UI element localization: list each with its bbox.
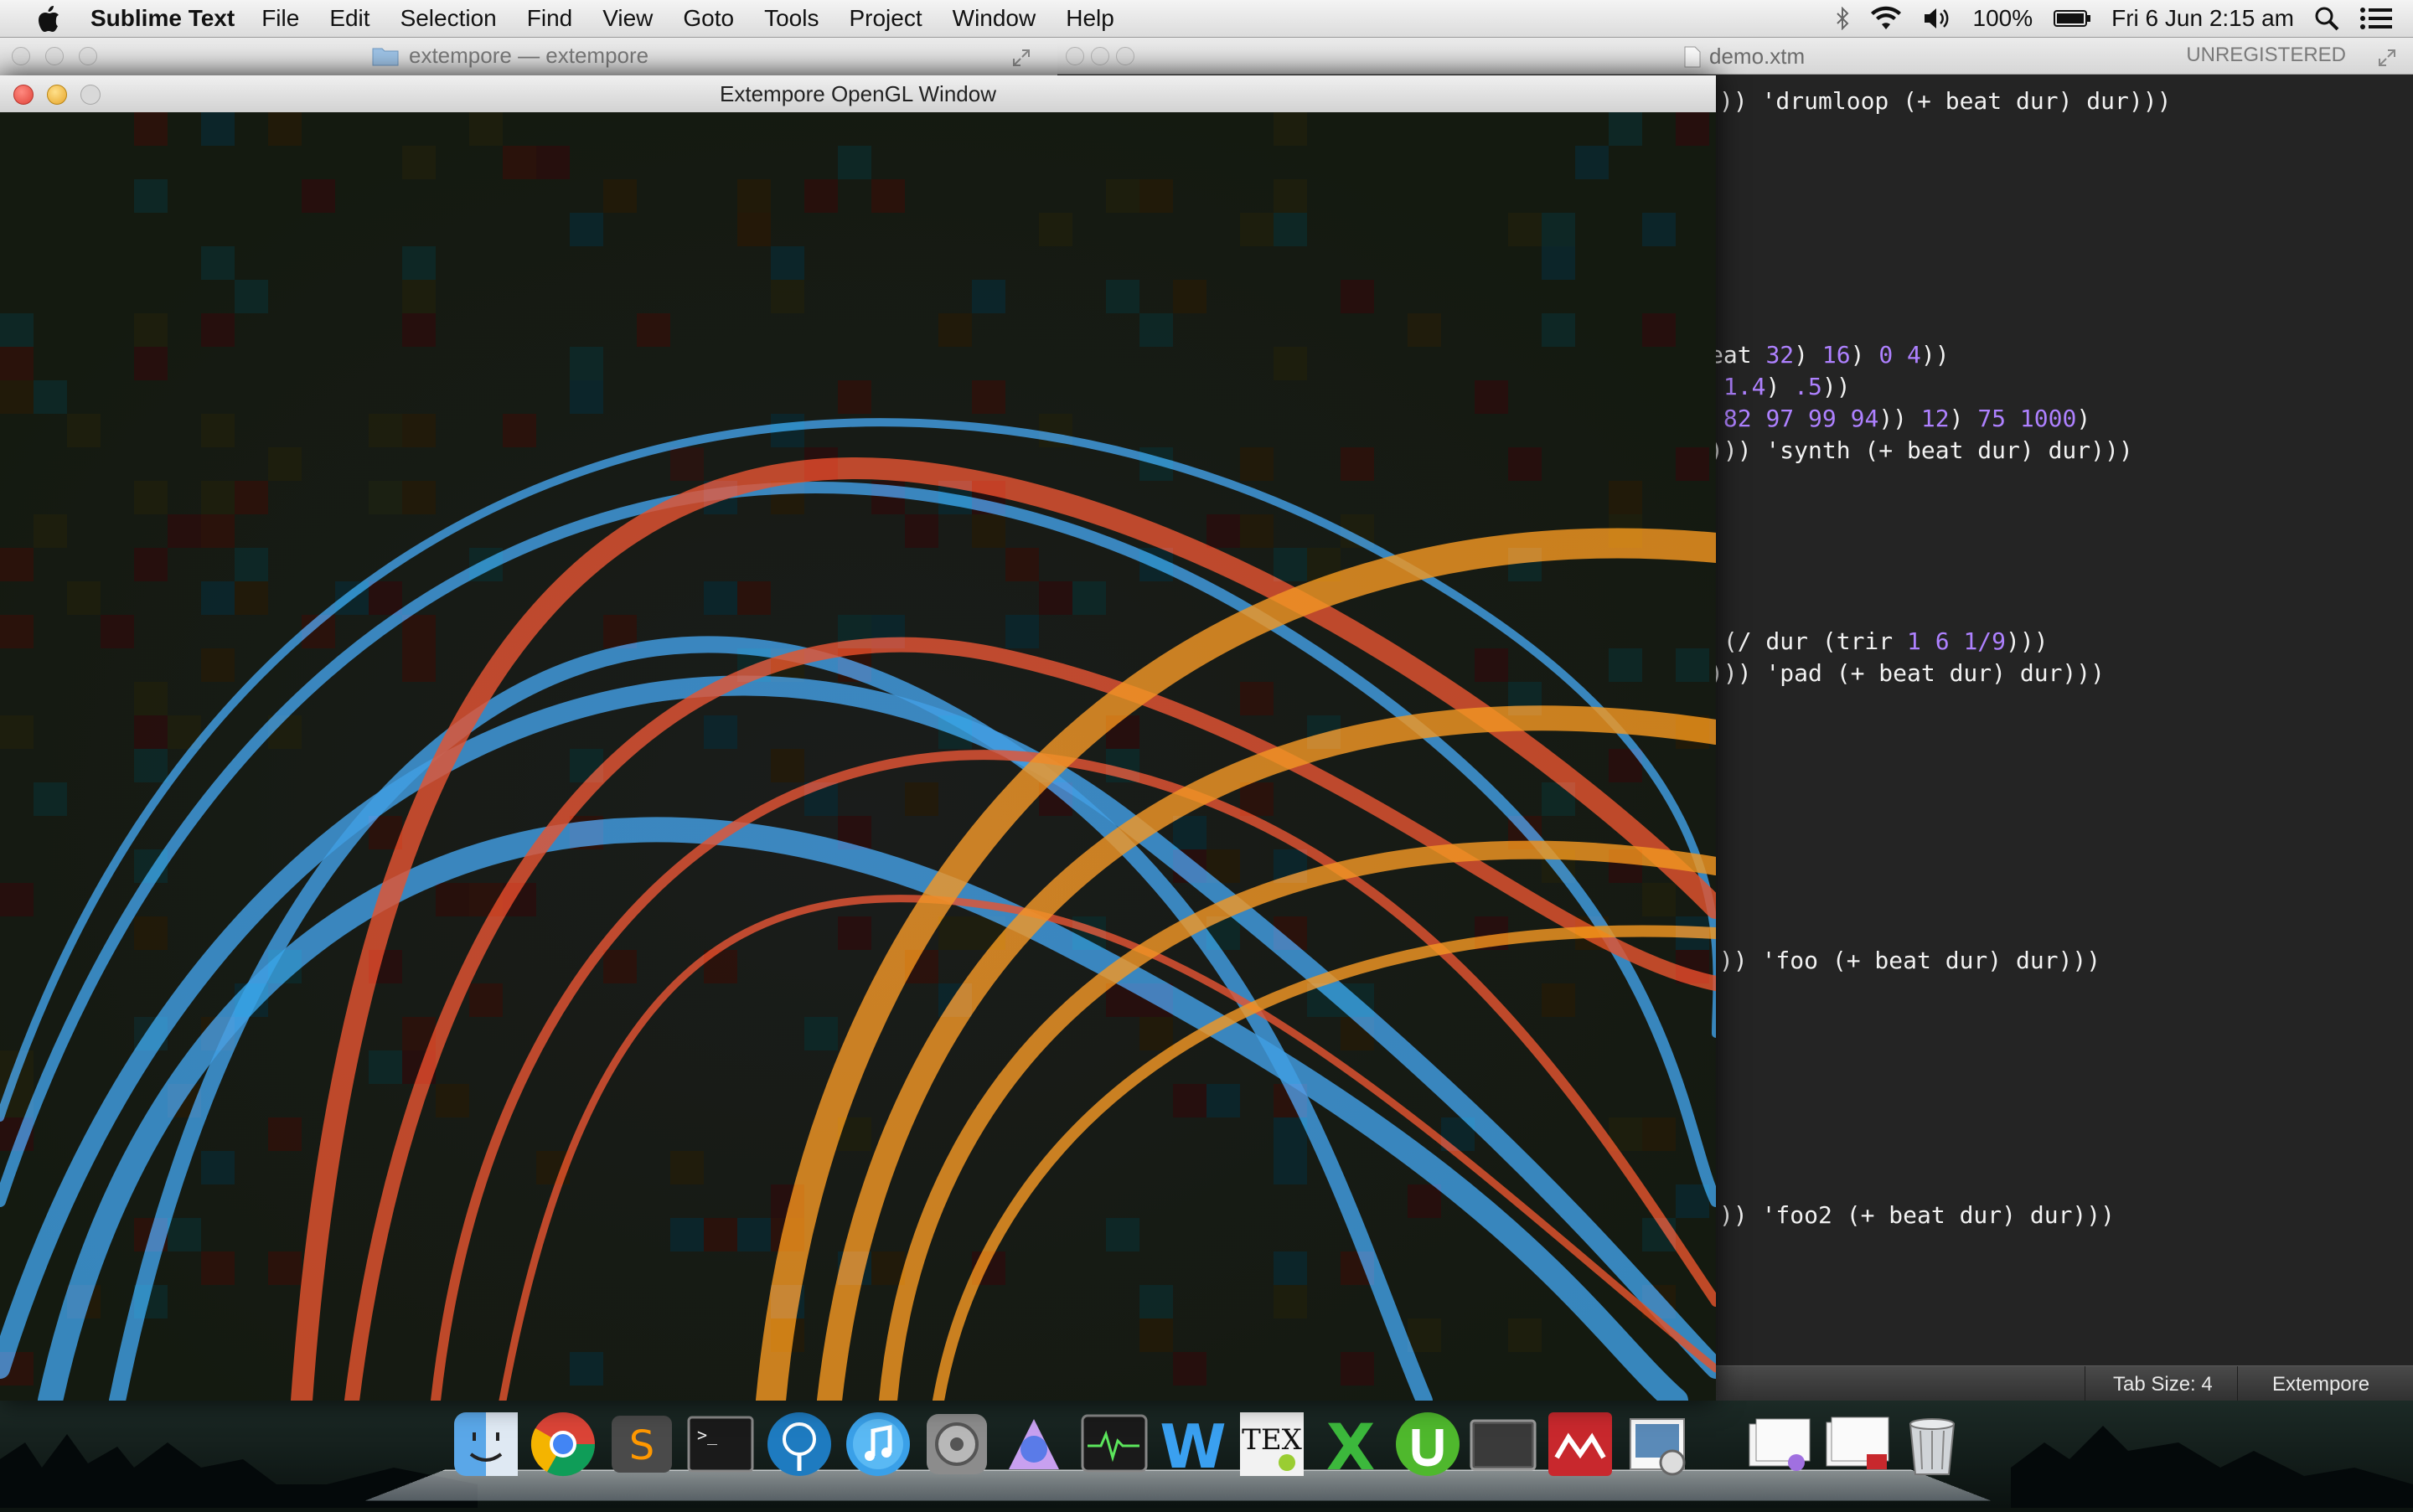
excel-icon[interactable]: X: [1314, 1407, 1387, 1481]
fullscreen-icon[interactable]: [1012, 47, 1031, 73]
finder-window-titlebar: extempore — extempore: [0, 37, 1057, 76]
code-line: )) 'foo2 (+ beat dur) dur))): [1719, 1201, 2115, 1229]
terminal-icon[interactable]: >_: [684, 1407, 757, 1481]
notification-center-icon[interactable]: [2359, 6, 2393, 31]
chrome-icon[interactable]: [526, 1407, 600, 1481]
menu-view[interactable]: View: [602, 5, 653, 32]
menu-window[interactable]: Window: [953, 5, 1036, 32]
menu-file[interactable]: File: [261, 5, 299, 32]
document-icon: [1684, 46, 1701, 68]
code-line: 1.4) .5)): [1709, 373, 1851, 400]
license-status: UNREGISTERED: [2186, 44, 2346, 67]
menu-edit[interactable]: Edit: [329, 5, 369, 32]
document-name: demo.xtm: [1709, 44, 1805, 70]
zoom-button[interactable]: [1116, 47, 1134, 65]
tex-shop-icon[interactable]: TEX: [1235, 1407, 1309, 1481]
apple-icon[interactable]: [25, 0, 72, 37]
battery-icon[interactable]: [2053, 8, 2091, 28]
svg-text:W: W: [1160, 1411, 1226, 1481]
clock[interactable]: Fri 6 Jun 2:15 am: [2111, 5, 2294, 32]
system-preferences-icon[interactable]: [920, 1407, 994, 1481]
svg-text:>_: >_: [697, 1425, 718, 1445]
status-menus: 100% Fri 6 Jun 2:15 am: [1826, 0, 2413, 37]
document-title: demo.xtm: [1684, 44, 1805, 70]
menu-selection[interactable]: Selection: [400, 5, 497, 32]
bluetooth-icon[interactable]: [1836, 7, 1849, 30]
mendeley-icon[interactable]: [1543, 1407, 1617, 1481]
window-title: Extempore OpenGL Window: [0, 81, 1716, 107]
console-icon[interactable]: [1466, 1407, 1540, 1481]
utorrent-icon[interactable]: [1391, 1407, 1465, 1481]
code-line: 82 97 99 94)) 12) 75 1000): [1709, 405, 2090, 432]
close-button[interactable]: [1066, 47, 1084, 65]
menu-tools[interactable]: Tools: [764, 5, 819, 32]
finder-icon[interactable]: [449, 1407, 523, 1481]
word-icon[interactable]: W: [1156, 1407, 1230, 1481]
finder-title: extempore — extempore: [409, 43, 648, 69]
code-line: )) 'drumloop (+ beat dur) dur))): [1719, 87, 2171, 115]
svg-text:X: X: [1326, 1410, 1376, 1481]
document-stack-icon[interactable]: [1743, 1407, 1816, 1481]
opengl-titlebar: Extempore OpenGL Window: [0, 75, 1716, 113]
fullscreen-icon[interactable]: [2378, 47, 2396, 73]
xcode-instruments-icon[interactable]: [997, 1407, 1071, 1481]
menu-bar: Sublime Text File Edit Selection Find Vi…: [0, 0, 2413, 38]
wifi-icon[interactable]: [1869, 6, 1903, 31]
svg-text:S: S: [629, 1422, 654, 1469]
zoom-button[interactable]: [79, 47, 97, 65]
code-line: (/ dur (trir 1 6 1/9))): [1709, 627, 2049, 655]
downloads-stack-icon[interactable]: [1820, 1407, 1894, 1481]
dock: S >_ W TEX X: [407, 1404, 1949, 1504]
folder-icon: [372, 46, 399, 66]
code-line: ))) 'synth (+ beat dur) dur))): [1709, 436, 2133, 464]
menu-help[interactable]: Help: [1066, 5, 1114, 32]
menu-find[interactable]: Find: [527, 5, 572, 32]
app-menu[interactable]: Sublime Text: [90, 5, 235, 32]
activity-monitor-icon[interactable]: [1077, 1407, 1151, 1481]
close-button[interactable]: [12, 47, 30, 65]
battery-percent[interactable]: 100%: [1973, 5, 2033, 32]
sublime-text-icon[interactable]: S: [605, 1407, 679, 1481]
spotlight-icon[interactable]: [2314, 6, 2339, 31]
code-line: )) 'foo (+ beat dur) dur))): [1719, 947, 2100, 974]
volume-icon[interactable]: [1923, 7, 1953, 30]
menu-project[interactable]: Project: [849, 5, 922, 32]
sublime-titlebar: demo.xtm UNREGISTERED: [1056, 37, 2413, 75]
minimize-button[interactable]: [1091, 47, 1109, 65]
menu-goto[interactable]: Goto: [683, 5, 734, 32]
tab-size-selector[interactable]: Tab Size: 4: [2113, 1373, 2213, 1396]
itunes-icon[interactable]: [841, 1407, 915, 1481]
syntax-selector[interactable]: Extempore: [2272, 1373, 2369, 1396]
opengl-canvas[interactable]: [0, 112, 1716, 1401]
code-line: ))) 'pad (+ beat dur) dur))): [1709, 659, 2105, 687]
preview-icon[interactable]: [1620, 1407, 1694, 1481]
svg-text:TEX: TEX: [1242, 1423, 1302, 1457]
trash-icon[interactable]: [1895, 1407, 1969, 1481]
sourcetree-icon[interactable]: [762, 1407, 836, 1481]
minimize-button[interactable]: [45, 47, 64, 65]
opengl-window: Extempore OpenGL Window: [0, 75, 1716, 1401]
sublime-status-bar: Tab Size: 4 Extempore: [1709, 1365, 2413, 1403]
code-line: eat 32) 16) 0 4)): [1709, 341, 1950, 369]
